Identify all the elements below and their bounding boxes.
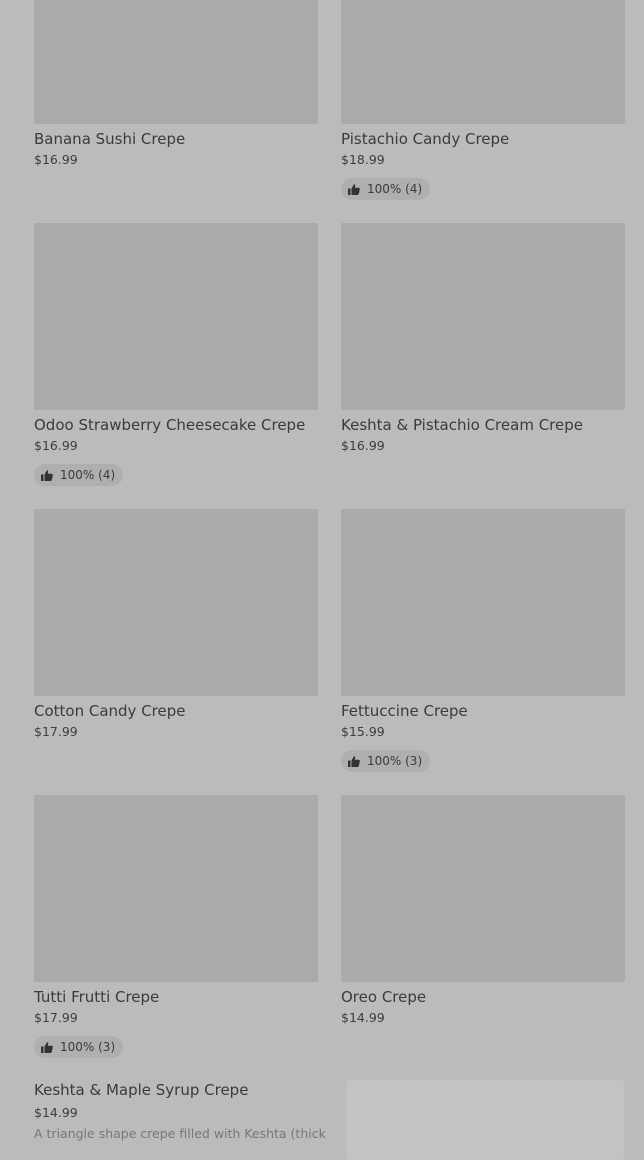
product-image[interactable]	[346, 1080, 624, 1160]
product-price: $18.99	[341, 152, 385, 167]
rating-text: 100% (4)	[60, 468, 116, 482]
product-name[interactable]: Banana Sushi Crepe	[34, 129, 318, 149]
product-description: A triangle shape crepe filled with Kesht…	[34, 1126, 326, 1141]
product-card[interactable]: Cotton Candy Crepe $17.99	[34, 509, 318, 740]
thumbs-up-icon	[41, 1041, 53, 1053]
product-image[interactable]	[341, 223, 625, 410]
product-name[interactable]: Odoo Strawberry Cheesecake Crepe	[34, 415, 318, 435]
thumbs-up-icon	[348, 755, 360, 767]
rating-text: 100% (3)	[367, 754, 423, 768]
thumbs-up-icon	[41, 469, 53, 481]
product-image[interactable]	[341, 795, 625, 982]
rating-badge: 100% (4)	[341, 178, 431, 200]
product-card[interactable]: Banana Sushi Crepe $16.99	[34, 0, 318, 168]
rating-badge: 100% (3)	[34, 1036, 124, 1058]
product-name[interactable]: Fettuccine Crepe	[341, 701, 625, 721]
product-card[interactable]: Odoo Strawberry Cheesecake Crepe $16.99 …	[34, 223, 318, 486]
product-name[interactable]: Keshta & Pistachio Cream Crepe	[341, 415, 625, 435]
product-card[interactable]: Oreo Crepe $14.99	[341, 795, 625, 1026]
product-image[interactable]	[34, 795, 318, 982]
product-image[interactable]	[341, 0, 625, 124]
rating-text: 100% (4)	[367, 182, 423, 196]
product-price: $17.99	[34, 1010, 78, 1025]
product-name[interactable]: Tutti Frutti Crepe	[34, 987, 318, 1007]
product-image[interactable]	[34, 223, 318, 410]
product-price: $16.99	[34, 152, 78, 167]
product-card[interactable]: Fettuccine Crepe $15.99 100% (3)	[341, 509, 625, 772]
product-price: $16.99	[34, 438, 78, 453]
rating-badge: 100% (3)	[341, 750, 431, 772]
product-card[interactable]: Tutti Frutti Crepe $17.99 100% (3)	[34, 795, 318, 1058]
product-card[interactable]: Pistachio Candy Crepe $18.99 100% (4)	[341, 0, 625, 200]
product-image[interactable]	[34, 0, 318, 124]
product-price: $14.99	[341, 1010, 385, 1025]
product-image[interactable]	[341, 509, 625, 696]
thumbs-up-icon	[348, 183, 360, 195]
product-name[interactable]: Cotton Candy Crepe	[34, 701, 318, 721]
product-name[interactable]: Pistachio Candy Crepe	[341, 129, 625, 149]
product-image[interactable]	[34, 509, 318, 696]
product-price: $15.99	[341, 724, 385, 739]
product-price: $17.99	[34, 724, 78, 739]
product-card[interactable]: Keshta & Pistachio Cream Crepe $16.99	[341, 223, 625, 454]
rating-badge: 100% (4)	[34, 464, 124, 486]
rating-text: 100% (3)	[60, 1040, 116, 1054]
featured-product[interactable]: Keshta & Maple Syrup Crepe $14.99 A tria…	[34, 1080, 644, 1160]
product-price: $16.99	[341, 438, 385, 453]
product-name[interactable]: Oreo Crepe	[341, 987, 625, 1007]
